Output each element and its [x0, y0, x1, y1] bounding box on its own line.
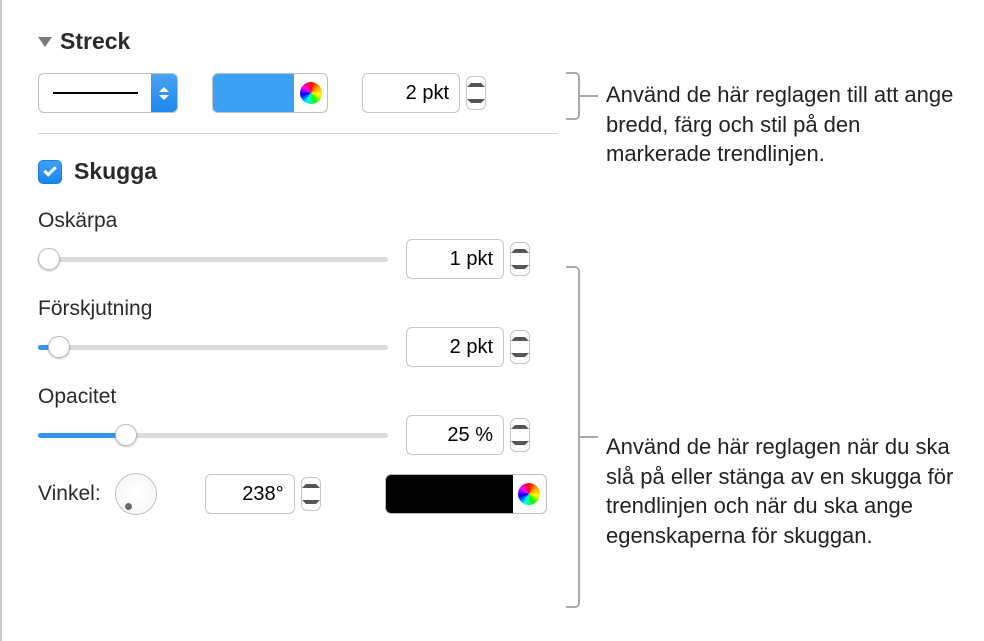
dropdown-arrows-icon — [151, 74, 177, 112]
inspector-panel: Streck Skug — [0, 0, 580, 641]
angle-stepper[interactable] — [301, 477, 321, 511]
angle-row: Vinkel: — [38, 473, 558, 515]
blur-group: Oskärpa — [38, 209, 558, 279]
callout-bracket-bottom — [566, 266, 580, 608]
stroke-width-field — [362, 73, 486, 113]
offset-slider[interactable] — [38, 333, 388, 361]
stroke-style-dropdown[interactable] — [38, 73, 178, 113]
shadow-color-picker-button[interactable] — [513, 474, 547, 514]
blur-label: Oskärpa — [38, 209, 558, 233]
shadow-color-well — [385, 474, 547, 514]
offset-stepper[interactable] — [510, 330, 530, 364]
opacity-stepper[interactable] — [510, 418, 530, 452]
section-divider — [38, 133, 558, 134]
callout-text-top: Använd de här reglagen till att ange bre… — [606, 80, 966, 169]
callout-tail-top — [580, 95, 598, 97]
stroke-color-well — [212, 73, 328, 113]
offset-input[interactable] — [406, 327, 504, 367]
opacity-input[interactable] — [406, 415, 504, 455]
blur-stepper[interactable] — [510, 242, 530, 276]
callout-tail-bottom — [580, 436, 598, 438]
checkmark-icon — [43, 163, 56, 176]
disclosure-triangle-icon — [38, 37, 52, 47]
slider-thumb[interactable] — [115, 424, 137, 446]
opacity-slider[interactable] — [38, 421, 388, 449]
angle-indicator-icon — [125, 503, 132, 510]
blur-slider[interactable] — [38, 245, 388, 273]
color-wheel-icon — [300, 82, 322, 104]
slider-thumb[interactable] — [48, 336, 70, 358]
stroke-title: Streck — [60, 28, 130, 55]
angle-input[interactable] — [205, 474, 295, 514]
slider-thumb[interactable] — [38, 248, 60, 270]
stroke-width-input[interactable] — [362, 73, 460, 113]
shadow-color-swatch[interactable] — [385, 474, 513, 514]
angle-label: Vinkel: — [38, 482, 101, 506]
color-wheel-icon — [518, 483, 540, 505]
angle-dial[interactable] — [115, 473, 157, 515]
blur-input[interactable] — [406, 239, 504, 279]
stroke-color-swatch[interactable] — [212, 73, 294, 113]
stepper-down-icon — [467, 93, 485, 109]
offset-label: Förskjutning — [38, 297, 558, 321]
opacity-group: Opacitet — [38, 385, 558, 455]
shadow-checkbox[interactable] — [38, 160, 62, 184]
stepper-up-icon — [467, 77, 485, 93]
offset-group: Förskjutning — [38, 297, 558, 367]
shadow-title: Skugga — [74, 158, 157, 185]
stroke-color-picker-button[interactable] — [294, 73, 328, 113]
opacity-label: Opacitet — [38, 385, 558, 409]
shadow-section-header: Skugga — [38, 158, 558, 185]
stroke-preview — [39, 92, 151, 94]
stroke-line-icon — [53, 92, 138, 94]
callout-bracket-top — [566, 72, 580, 120]
stroke-controls-row — [38, 73, 558, 113]
stroke-section-header[interactable]: Streck — [38, 28, 558, 55]
stroke-width-stepper[interactable] — [466, 76, 486, 110]
callout-text-bottom: Använd de här reglagen när du ska slå på… — [606, 432, 976, 551]
